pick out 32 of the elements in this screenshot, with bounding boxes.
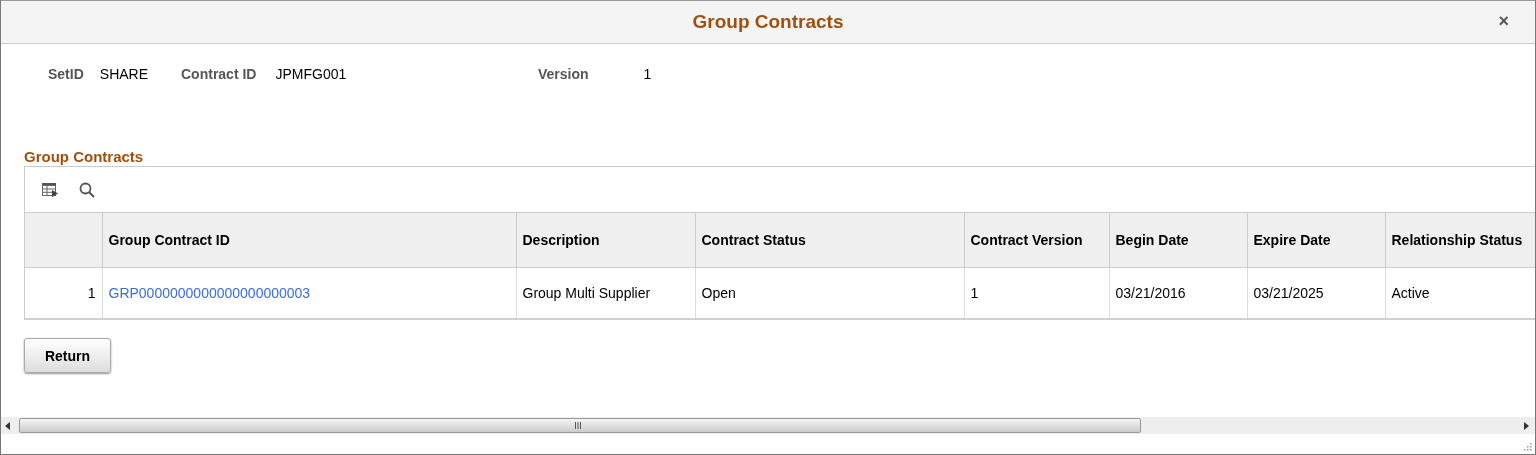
column-header[interactable]: Contract Status [695,213,964,267]
contract-id-link[interactable]: GRP0000000000000000000003 [108,284,311,301]
column-header[interactable]: Begin Date [1109,213,1247,267]
field-value: JPMFG001 [275,66,347,82]
row-number: 1 [25,267,102,318]
column-header[interactable]: Group Contract ID [102,213,516,267]
table-cell: Open [695,267,964,318]
field-value: 1 [643,66,652,82]
field-label: SetID [48,66,84,82]
table-cell: 03/21/2016 [1109,267,1247,318]
column-header[interactable]: Expire Date [1247,213,1385,267]
resize-grip-icon[interactable] [1522,441,1532,451]
return-button[interactable]: Return [24,338,111,373]
column-header[interactable]: Contract Version [964,213,1109,267]
close-button[interactable]: × [1498,12,1509,30]
column-header[interactable]: Description [516,213,695,267]
scroll-right-icon[interactable] [1524,421,1529,430]
table-cell: Active [1385,267,1535,318]
table-cell: Group Multi Supplier [516,267,695,318]
section-title: Group Contracts [24,148,144,166]
field-label: Version [538,66,589,82]
horizontal-scrollbar[interactable] [1,417,1535,434]
grid-view-icon[interactable] [41,181,59,198]
field-label: Contract ID [181,66,257,82]
dialog-title: Group Contracts [692,11,844,33]
scroll-left-icon[interactable] [5,421,10,430]
search-icon[interactable] [79,181,95,198]
column-header[interactable]: Relationship Status [1385,213,1535,267]
table-cell: 03/21/2025 [1247,267,1385,318]
grip-icon [574,422,582,429]
field-value: SHARE [99,66,149,82]
table-cell: 1 [964,267,1109,318]
